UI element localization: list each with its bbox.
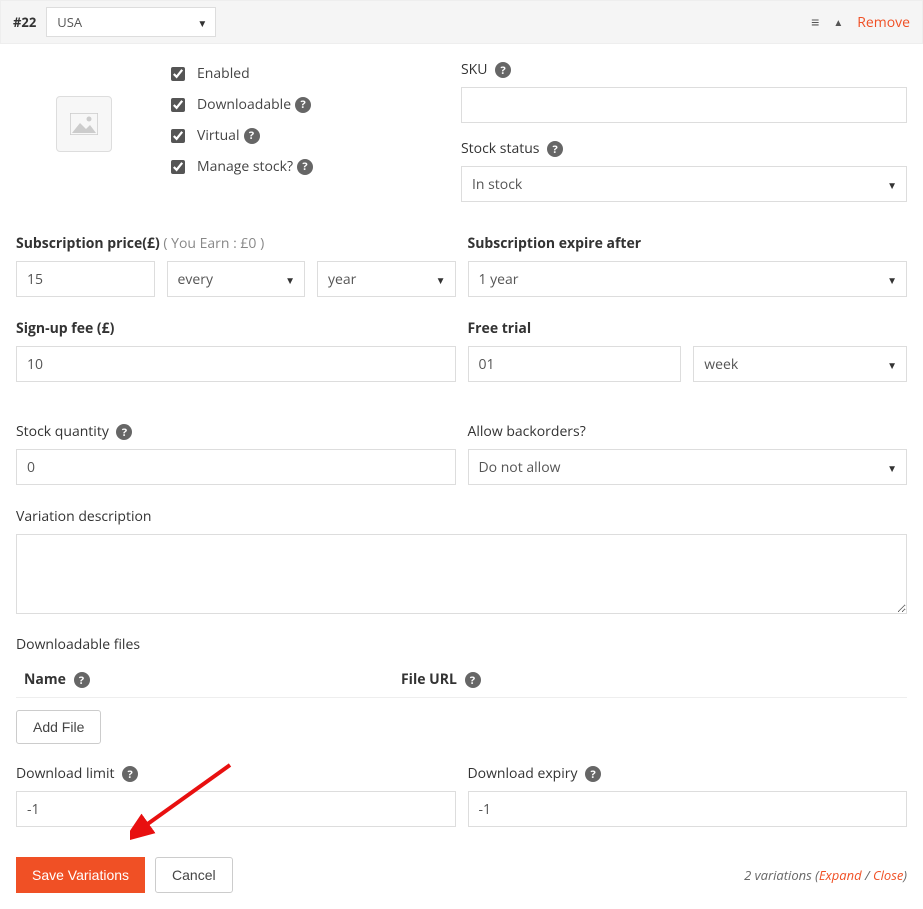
variation-description-label: Variation description bbox=[16, 507, 907, 526]
cancel-button[interactable]: Cancel bbox=[155, 857, 233, 893]
collapse-icon[interactable]: ▲ bbox=[833, 15, 843, 29]
help-icon[interactable]: ? bbox=[585, 766, 601, 782]
subscription-price-label: Subscription price(£) ( You Earn : £0 ) bbox=[16, 234, 456, 253]
manage-stock-checkbox-row[interactable]: Manage stock?? bbox=[171, 157, 461, 176]
expand-link[interactable]: Expand bbox=[819, 866, 862, 884]
help-icon[interactable]: ? bbox=[547, 141, 563, 157]
manage-stock-checkbox[interactable] bbox=[171, 160, 185, 174]
close-link[interactable]: Close bbox=[873, 866, 903, 884]
allow-backorders-label: Allow backorders? bbox=[468, 422, 908, 441]
download-limit-input[interactable] bbox=[16, 791, 456, 827]
subscription-interval-select[interactable]: every bbox=[167, 261, 306, 297]
downloadable-checkbox-row[interactable]: Downloadable? bbox=[171, 95, 461, 114]
save-variations-button[interactable]: Save Variations bbox=[16, 857, 145, 893]
downloadable-checkbox[interactable] bbox=[171, 98, 185, 112]
files-name-column: Name ? bbox=[16, 670, 401, 689]
signup-fee-input[interactable] bbox=[16, 346, 456, 382]
downloadable-files-label: Downloadable files bbox=[16, 635, 907, 654]
help-icon[interactable]: ? bbox=[465, 672, 481, 688]
subscription-unit-select[interactable]: year bbox=[317, 261, 456, 297]
download-expiry-input[interactable] bbox=[468, 791, 908, 827]
help-icon[interactable]: ? bbox=[297, 159, 313, 175]
enabled-checkbox[interactable] bbox=[171, 67, 185, 81]
files-url-column: File URL ? bbox=[401, 670, 907, 689]
country-value: USA bbox=[57, 13, 82, 31]
country-select[interactable]: USA ▼ bbox=[46, 7, 216, 37]
stock-quantity-input[interactable] bbox=[16, 449, 456, 485]
help-icon[interactable]: ? bbox=[74, 672, 90, 688]
stock-status-select[interactable]: In stock bbox=[461, 166, 907, 202]
allow-backorders-select[interactable]: Do not allow bbox=[468, 449, 908, 485]
sku-input[interactable] bbox=[461, 87, 907, 123]
remove-link[interactable]: Remove bbox=[857, 13, 910, 32]
help-icon[interactable]: ? bbox=[295, 97, 311, 113]
stock-status-label: Stock status ? bbox=[461, 139, 907, 158]
image-icon bbox=[70, 113, 98, 135]
variation-image[interactable] bbox=[56, 96, 112, 152]
variations-count-text: 2 variations (Expand / Close) bbox=[744, 866, 907, 884]
free-trial-label: Free trial bbox=[468, 319, 908, 338]
download-limit-label: Download limit ? bbox=[16, 764, 456, 783]
download-expiry-label: Download expiry ? bbox=[468, 764, 908, 783]
sku-label: SKU ? bbox=[461, 60, 907, 79]
free-trial-input[interactable] bbox=[468, 346, 682, 382]
help-icon[interactable]: ? bbox=[116, 424, 132, 440]
subscription-price-input[interactable] bbox=[16, 261, 155, 297]
help-icon[interactable]: ? bbox=[495, 62, 511, 78]
signup-fee-label: Sign-up fee (£) bbox=[16, 319, 456, 338]
help-icon[interactable]: ? bbox=[122, 766, 138, 782]
enabled-checkbox-row[interactable]: Enabled bbox=[171, 64, 461, 83]
variation-header: #22 USA ▼ ≡ ▲ Remove bbox=[0, 0, 923, 44]
subscription-expire-select[interactable]: 1 year bbox=[468, 261, 908, 297]
chevron-down-icon: ▼ bbox=[197, 16, 207, 30]
menu-icon[interactable]: ≡ bbox=[811, 13, 819, 32]
variation-id: #22 bbox=[13, 13, 36, 31]
subscription-expire-label: Subscription expire after bbox=[468, 234, 908, 253]
free-trial-unit-select[interactable]: week bbox=[693, 346, 907, 382]
help-icon[interactable]: ? bbox=[244, 128, 260, 144]
virtual-checkbox-row[interactable]: Virtual? bbox=[171, 126, 461, 145]
add-file-button[interactable]: Add File bbox=[16, 710, 101, 744]
files-table-header: Name ? File URL ? bbox=[16, 662, 907, 698]
stock-quantity-label: Stock quantity ? bbox=[16, 422, 456, 441]
virtual-checkbox[interactable] bbox=[171, 129, 185, 143]
variation-description-input[interactable] bbox=[16, 534, 907, 614]
